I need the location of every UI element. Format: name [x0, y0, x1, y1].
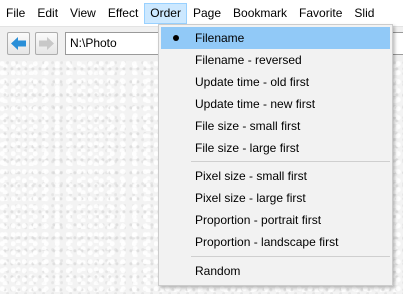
forward-button[interactable] — [35, 32, 58, 55]
order-pixel-size-small-first[interactable]: Pixel size - small first — [161, 165, 390, 187]
arrow-right-icon — [39, 37, 54, 50]
menu-favorite[interactable]: Favorite — [293, 3, 348, 24]
menu-bar: File Edit View Effect Order Page Bookmar… — [0, 0, 403, 25]
menu-order[interactable]: Order — [144, 2, 187, 24]
order-item-label: Update time - new first — [195, 97, 316, 111]
order-item-label: Filename — [195, 31, 245, 45]
order-item-label: Random — [195, 264, 241, 278]
order-item-label: Proportion - landscape first — [195, 235, 339, 249]
order-file-size-large-first[interactable]: File size - large first — [161, 137, 390, 159]
menu-edit[interactable]: Edit — [31, 3, 64, 24]
order-item-label: File size - large first — [195, 141, 300, 155]
order-item-label: Pixel size - small first — [195, 169, 308, 183]
order-pixel-size-large-first[interactable]: Pixel size - large first — [161, 187, 390, 209]
menu-file[interactable]: File — [0, 3, 31, 24]
order-filename[interactable]: Filename — [161, 27, 390, 49]
menu-view[interactable]: View — [64, 3, 102, 24]
order-file-size-small-first[interactable]: File size - small first — [161, 115, 390, 137]
menu-page[interactable]: Page — [187, 3, 227, 24]
order-item-label: Pixel size - large first — [195, 191, 306, 205]
order-update-time-old-first[interactable]: Update time - old first — [161, 71, 390, 93]
menu-bookmark[interactable]: Bookmark — [227, 3, 293, 24]
order-filename-reversed[interactable]: Filename - reversed — [161, 49, 390, 71]
order-item-label: Proportion - portrait first — [195, 213, 322, 227]
order-item-label: File size - small first — [195, 119, 301, 133]
order-proportion-landscape-first[interactable]: Proportion - landscape first — [161, 231, 390, 253]
order-proportion-portrait-first[interactable]: Proportion - portrait first — [161, 209, 390, 231]
order-item-label: Filename - reversed — [195, 53, 302, 67]
menu-effect[interactable]: Effect — [102, 3, 144, 24]
order-item-label: Update time - old first — [195, 75, 310, 89]
back-button[interactable] — [7, 32, 30, 55]
menu-separator — [191, 161, 390, 162]
order-update-time-new-first[interactable]: Update time - new first — [161, 93, 390, 115]
arrow-left-icon — [11, 37, 26, 50]
menu-separator — [191, 256, 390, 257]
order-dropdown-menu: Filename Filename - reversed Update time… — [158, 24, 393, 286]
menu-slideshow[interactable]: Slid — [348, 3, 380, 24]
radio-dot-icon — [173, 35, 179, 41]
order-random[interactable]: Random — [161, 260, 390, 282]
